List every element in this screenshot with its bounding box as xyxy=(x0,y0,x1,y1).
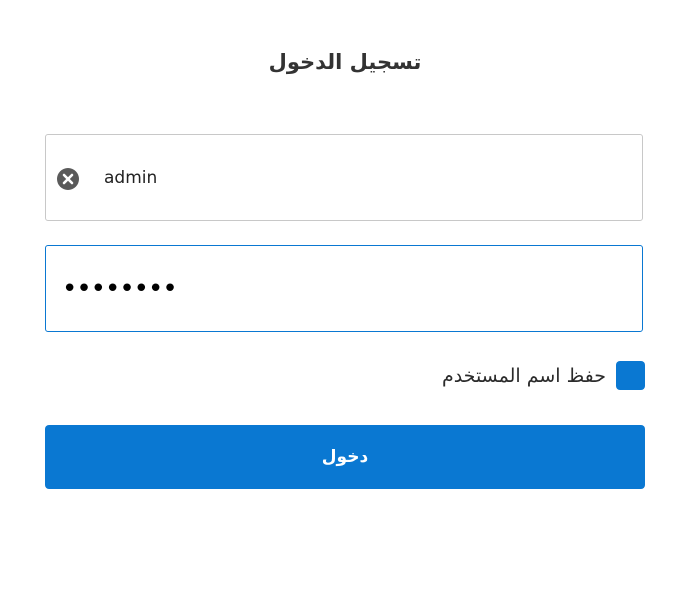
username-field[interactable]: admin xyxy=(45,134,643,221)
password-field[interactable]: •••••••• xyxy=(45,245,643,332)
page-title: تسجيل الدخول xyxy=(268,50,422,74)
username-value[interactable]: admin xyxy=(104,135,157,222)
login-button[interactable]: دخول xyxy=(45,425,645,489)
remember-username-checkbox[interactable] xyxy=(616,361,645,390)
remember-username-label[interactable]: حفظ اسم المستخدم xyxy=(442,360,606,392)
password-value[interactable]: •••••••• xyxy=(62,246,178,333)
clear-icon[interactable] xyxy=(57,168,79,190)
remember-username-row[interactable]: حفظ اسم المستخدم xyxy=(45,360,645,392)
